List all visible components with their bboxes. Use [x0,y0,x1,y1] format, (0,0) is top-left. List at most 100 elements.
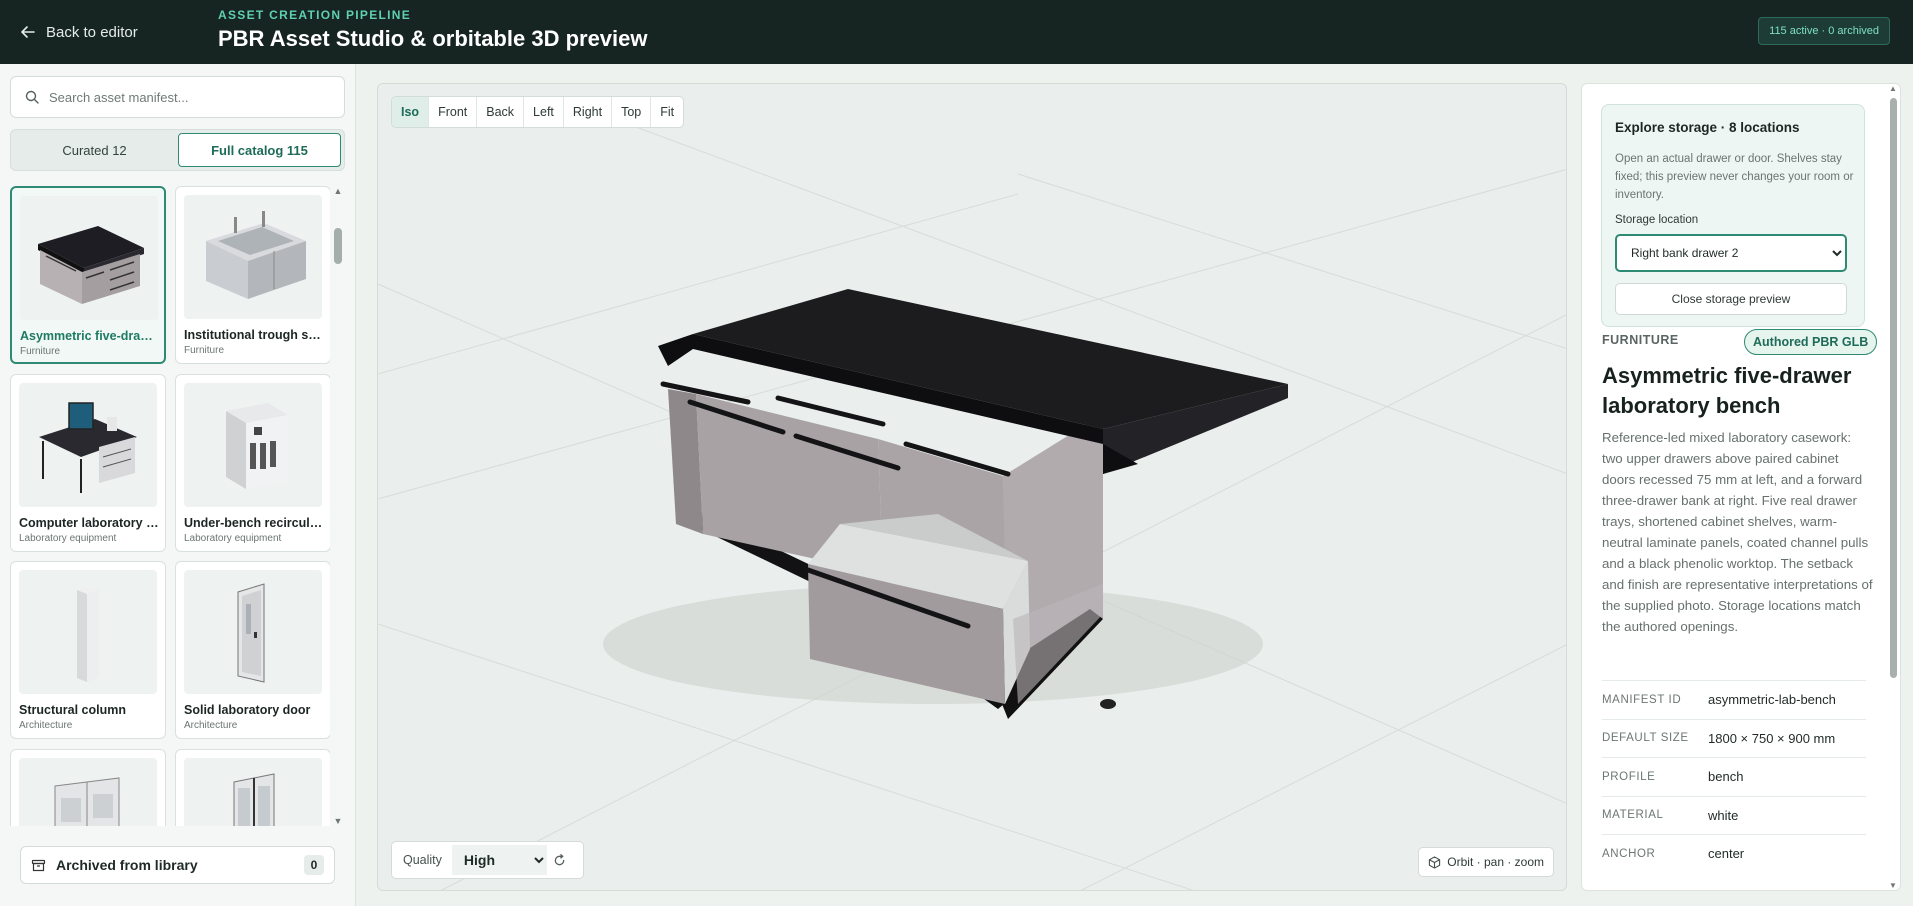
scroll-up-icon[interactable]: ▲ [1888,84,1898,93]
meta-value: white [1708,807,1739,823]
asset-category: Architecture [184,720,238,731]
meta-key: MATERIAL [1602,809,1664,822]
storage-title: Explore storage · 8 locations [1615,120,1800,135]
status-badge: 115 active · 0 archived [1758,17,1890,45]
asset-card[interactable]: Asymmetric five-drawer laboratory bench … [10,186,166,364]
top-bar: Back to editor ASSET CREATION PIPELINE P… [0,0,1913,64]
asset-card[interactable]: Computer laboratory desk Laboratory equi… [10,374,166,552]
meta-key: DEFAULT SIZE [1602,732,1689,745]
asset-category: Architecture [19,720,73,731]
meta-row: MATERIAL white [1602,795,1866,835]
arrow-left-icon [21,26,35,38]
door-thumbnail [184,570,322,694]
view-front-button[interactable]: Front [429,97,478,127]
meta-value: center [1708,846,1745,862]
meta-value: bench [1708,769,1744,785]
search-box[interactable] [10,76,345,118]
archived-count: 0 [304,855,324,875]
scrollbar-thumb[interactable] [1890,98,1897,678]
scrollbar-thumb[interactable] [334,228,342,264]
meta-row: MANIFEST ID asymmetric-lab-bench [1602,680,1866,719]
archived-label: Archived from library [56,857,198,873]
scroll-up-icon[interactable]: ▲ [333,186,343,196]
asset-card[interactable]: Solid laboratory door Architecture [175,561,330,739]
camera-view-tabs: Iso Front Back Left Right Top Fit [391,96,685,128]
archived-library-button[interactable]: Archived from library 0 [20,846,335,884]
asset-category-label: FURNITURE [1602,333,1679,347]
view-fit-button[interactable]: Fit [651,97,683,127]
meta-key: ANCHOR [1602,847,1656,860]
asset-category: Furniture [20,346,61,357]
page-title: PBR Asset Studio & orbitable 3D preview [218,26,648,51]
asset-details-panel: Explore storage · 8 locations Open an ac… [1581,83,1901,891]
asset-name: Under-bench recirculator [184,516,324,530]
meta-value: asymmetric-lab-bench [1708,692,1836,708]
tab-curated[interactable]: Curated 12 [14,133,175,167]
column-thumbnail [19,570,157,694]
quality-select[interactable]: Low Medium High [451,845,547,875]
orbit-hint-text: Orbit · pan · zoom [1447,855,1544,869]
lab-bench-thumbnail [20,196,158,320]
scroll-down-icon[interactable]: ▼ [333,816,343,826]
asset-title: Asymmetric five-drawer laboratory bench [1602,363,1852,418]
asset-sidebar: Curated 12 Full catalog 115 Asy [0,64,356,906]
asset-name: Asymmetric five-drawer laboratory bench [20,329,160,343]
authored-glb-badge: Authored PBR GLB [1744,329,1878,355]
double-door-thumbnail [19,758,157,826]
asset-category: Laboratory equipment [184,533,282,544]
meta-key: MANIFEST ID [1602,693,1682,706]
asset-card[interactable] [175,749,330,826]
orbit-hint: Orbit · pan · zoom [1418,847,1554,877]
search-input[interactable] [49,89,319,105]
close-storage-preview-button[interactable]: Close storage preview [1615,283,1847,315]
tab-full-catalog[interactable]: Full catalog 115 [178,133,341,167]
reset-view-button[interactable] [547,853,573,867]
meta-row: ANCHOR center [1602,834,1866,873]
asset-metadata: MANIFEST ID asymmetric-lab-bench DEFAULT… [1602,680,1866,873]
catalog-toggle: Curated 12 Full catalog 115 [10,129,345,171]
asset-name: Structural column [19,703,126,717]
recirculator-thumbnail [184,383,322,507]
scroll-down-icon[interactable]: ▼ [1888,881,1898,890]
quality-label: Quality [403,853,442,867]
pipeline-eyebrow: ASSET CREATION PIPELINE [218,8,412,22]
asset-category: Furniture [184,345,225,356]
bench-3d-render[interactable] [378,84,1567,891]
view-top-button[interactable]: Top [612,97,652,127]
3d-preview-viewport[interactable]: Iso Front Back Left Right Top Fit Qualit… [377,83,1567,891]
quality-control: Quality Low Medium High [391,841,584,879]
asset-grid: Asymmetric five-drawer laboratory bench … [10,186,330,826]
archive-icon [31,859,46,871]
asset-card[interactable]: Under-bench recirculator Laboratory equi… [175,374,330,552]
meta-row: DEFAULT SIZE 1800 × 750 × 900 mm [1602,718,1866,758]
meta-row: PROFILE bench [1602,757,1866,796]
storage-explorer: Explore storage · 8 locations Open an ac… [1601,104,1865,327]
details-scrollbar[interactable]: ▲ ▼ [1888,84,1898,890]
asset-category: Laboratory equipment [19,533,117,544]
view-iso-button[interactable]: Iso [392,97,430,127]
back-to-editor-button[interactable]: Back to editor [20,20,138,44]
asset-description: Reference-led mixed laboratory casework:… [1602,430,1873,634]
storage-location-select[interactable]: Right bank drawer 2 [1615,234,1847,272]
back-label: Back to editor [46,23,138,41]
view-left-button[interactable]: Left [524,97,564,127]
meta-value: 1800 × 750 × 900 mm [1708,730,1836,746]
glazed-door-thumbnail [184,758,322,826]
cube-icon [1429,855,1441,869]
asset-name: Institutional trough sink [184,328,324,342]
storage-description: Open an actual drawer or door. Shelves s… [1615,153,1854,201]
meta-key: PROFILE [1602,770,1656,783]
view-back-button[interactable]: Back [477,97,525,127]
view-right-button[interactable]: Right [564,97,613,127]
trough-sink-thumbnail [184,195,322,319]
asset-name: Solid laboratory door [184,703,311,717]
search-icon [25,90,39,104]
asset-card[interactable] [10,749,166,826]
computer-desk-thumbnail [19,383,157,507]
asset-grid-scrollbar[interactable]: ▲ ▼ [333,186,343,826]
refresh-icon [555,853,565,865]
asset-card[interactable]: Institutional trough sink Furniture [175,186,330,364]
asset-card[interactable]: Structural column Architecture [10,561,166,739]
asset-name: Computer laboratory desk [19,516,159,530]
storage-location-label: Storage location [1615,214,1699,226]
